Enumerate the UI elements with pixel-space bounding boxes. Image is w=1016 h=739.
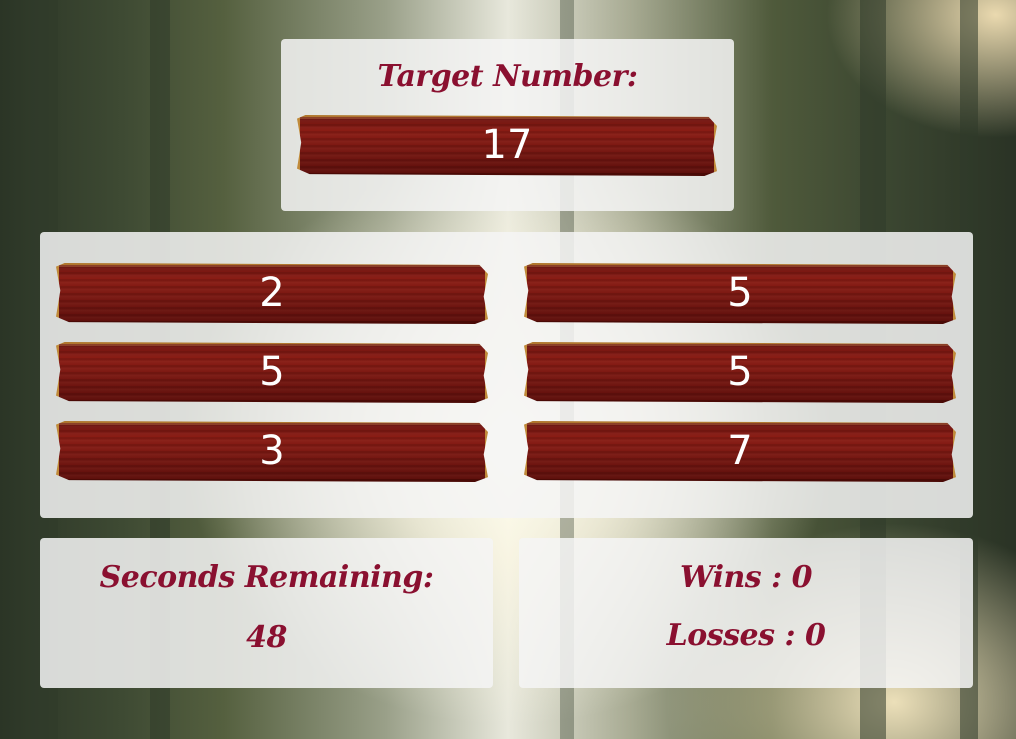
- crystal-button-2[interactable]: 5: [524, 263, 956, 324]
- timer-panel: Seconds Remaining: 48: [40, 538, 493, 688]
- timer-label: Seconds Remaining:: [99, 560, 434, 595]
- crystal-button-3[interactable]: 5: [56, 342, 488, 403]
- timer-value: 48: [246, 620, 287, 655]
- target-label: Target Number:: [377, 59, 638, 94]
- crystal-button-1[interactable]: 2: [56, 263, 488, 324]
- target-panel: Target Number: 17: [281, 39, 734, 211]
- crystal-button-4[interactable]: 5: [524, 342, 956, 403]
- crystal-panel: 2 5 5 5 3 7: [40, 232, 973, 518]
- wins-count: Wins : 0: [679, 560, 813, 595]
- score-panel: Wins : 0 Losses : 0: [519, 538, 973, 688]
- target-number: 17: [297, 115, 717, 176]
- crystal-button-5[interactable]: 3: [56, 421, 488, 482]
- losses-count: Losses : 0: [666, 618, 826, 653]
- crystal-button-6[interactable]: 7: [524, 421, 956, 482]
